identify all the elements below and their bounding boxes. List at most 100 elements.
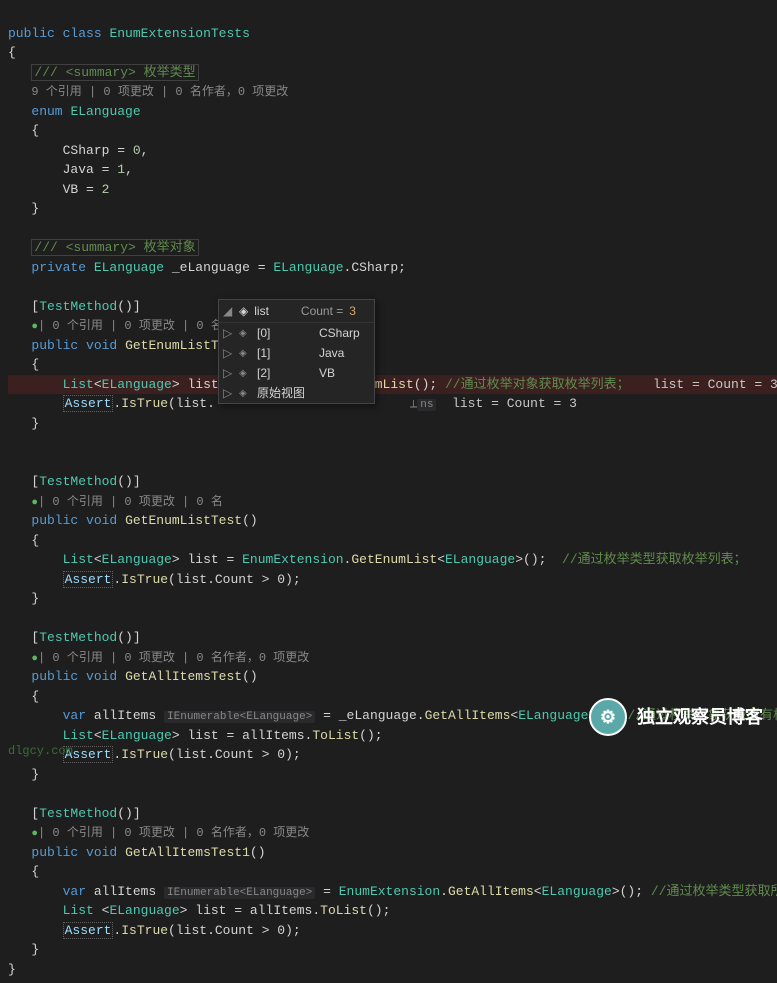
datatip-suffix[interactable]: list = Count = 3: [452, 396, 577, 411]
method-istrue: IsTrue: [121, 572, 168, 587]
type-list: List: [63, 728, 94, 743]
attribute: TestMethod: [39, 630, 117, 645]
active-line[interactable]: List<ELanguage> list = _eLanguage.GetEnu…: [8, 375, 777, 395]
keyword-var: var: [63, 708, 86, 723]
datatip-key: [1]: [257, 344, 313, 362]
comment: //通过枚举对象获取枚举列表；: [445, 377, 630, 392]
comment: //通过枚举类型获取枚举列表；: [562, 552, 747, 567]
property-icon: ◈: [239, 302, 248, 320]
type-hint: IEnumerable<ELanguage>: [164, 887, 315, 899]
eq: =: [258, 260, 266, 275]
var-name: list: [187, 728, 218, 743]
expand-icon[interactable]: ▷: [223, 344, 233, 362]
type-list: List: [63, 903, 94, 918]
expand-icon[interactable]: ▷: [223, 324, 233, 342]
var-name: allItems: [94, 884, 156, 899]
datatip-value: Java: [319, 344, 344, 362]
generic-arg: ELanguage: [518, 708, 588, 723]
comment: //通过枚举类型获取所有枚举；: [651, 884, 777, 899]
ns-badge: ns: [417, 399, 436, 411]
eq: =: [234, 903, 242, 918]
method-istrue: IsTrue: [121, 396, 168, 411]
datatip-row[interactable]: ▷ ◈ [0] CSharp: [219, 323, 374, 343]
method-name: GetEnumListTest: [125, 513, 242, 528]
rhs: _eLanguage: [339, 708, 417, 723]
watermark: ⚙ 独立观察员博客: [589, 698, 763, 736]
generic-arg: ELanguage: [109, 903, 179, 918]
expand-icon[interactable]: ◢: [223, 302, 233, 320]
keyword-public: public: [31, 669, 78, 684]
enum-value: 2: [102, 182, 110, 197]
keyword-private: private: [31, 260, 86, 275]
debug-datatip[interactable]: ◢ ◈ list Count = 3 ▷ ◈ [0] CSharp ▷ ◈ [1…: [218, 299, 375, 404]
keyword-void: void: [86, 513, 117, 528]
property-icon: ◈: [239, 366, 251, 381]
rhs-type: EnumExtension: [339, 884, 440, 899]
datatip-key: [0]: [257, 324, 313, 342]
field-name: _eLanguage: [172, 260, 250, 275]
datatip-count-value: 3: [349, 302, 356, 320]
keyword-public: public: [31, 513, 78, 528]
attribute: TestMethod: [39, 299, 117, 314]
code-editor[interactable]: public class EnumExtensionTests { /// <s…: [0, 0, 777, 983]
keyword-public: public: [31, 845, 78, 860]
test-pass-icon[interactable]: ●: [31, 828, 38, 840]
eq: =: [117, 143, 125, 158]
eq: =: [227, 728, 235, 743]
keyword-void: void: [86, 845, 117, 860]
attribute: TestMethod: [39, 806, 117, 821]
generic-arg: ELanguage: [445, 552, 515, 567]
method-name: GetAllItemsTest: [125, 669, 242, 684]
codelens[interactable]: | 0 个引用 | 0 项更改 | 0 名作者，0 项更改: [38, 826, 309, 840]
rhs: allItems: [250, 903, 312, 918]
datatip-row[interactable]: ▷ ◈ [2] VB: [219, 363, 374, 383]
keyword-class: class: [63, 26, 102, 41]
datatip-header[interactable]: ◢ ◈ list Count = 3: [219, 300, 374, 323]
field-type: ELanguage: [94, 260, 164, 275]
generic-arg: ELanguage: [542, 884, 612, 899]
codelens[interactable]: | 0 个引用 | 0 项更改 | 0 名: [38, 495, 223, 509]
expr: list.Count > 0: [176, 747, 285, 762]
generic-arg: ELanguage: [102, 728, 172, 743]
expr: list.: [176, 396, 215, 411]
eq: =: [323, 884, 331, 899]
expr: list.Count > 0: [176, 923, 285, 938]
datatip-value: CSharp: [319, 324, 360, 342]
assert: Assert: [63, 395, 114, 412]
keyword-void: void: [86, 338, 117, 353]
var-name: allItems: [94, 708, 156, 723]
method-istrue: IsTrue: [121, 923, 168, 938]
keyword-var: var: [63, 884, 86, 899]
xml-summary-enum: /// <summary> 枚举类型: [31, 64, 198, 81]
field-rhs-type: ELanguage: [273, 260, 343, 275]
eq: =: [86, 182, 94, 197]
expand-icon[interactable]: ▷: [223, 364, 233, 382]
datatip-key: [2]: [257, 364, 313, 382]
datatip-count-label: Count =: [301, 302, 343, 320]
method-call: GetAllItems: [448, 884, 534, 899]
keyword-public: public: [31, 338, 78, 353]
datatip-value: VB: [319, 364, 335, 382]
datatip-row[interactable]: ▷ ◈ [1] Java: [219, 343, 374, 363]
codelens[interactable]: | 0 个引用 | 0 项更改 | 0 名作者，0 项更改: [38, 651, 309, 665]
datatip-raw-view[interactable]: 原始视图: [257, 384, 313, 402]
enum-value: 0: [133, 143, 141, 158]
method-call: GetAllItems: [425, 708, 511, 723]
generic-arg: ELanguage: [102, 552, 172, 567]
class-name: EnumExtensionTests: [109, 26, 249, 41]
comma: ,: [125, 162, 133, 177]
keyword-public: public: [8, 26, 55, 41]
method-call: ToList: [312, 728, 359, 743]
rhs-type: EnumExtension: [242, 552, 343, 567]
datatip-row[interactable]: ▷ ◈ 原始视图: [219, 383, 374, 403]
method-name: GetAllItemsTest1: [125, 845, 250, 860]
enum-name: ELanguage: [70, 104, 140, 119]
expand-icon[interactable]: ▷: [223, 384, 233, 402]
eq: =: [323, 708, 331, 723]
var-name: list: [187, 377, 218, 392]
method-call: GetEnumList: [351, 552, 437, 567]
method-call: ToList: [320, 903, 367, 918]
codelens-enum[interactable]: 9 个引用 | 0 项更改 | 0 名作者，0 项更改: [31, 85, 288, 99]
datatip-inline[interactable]: list = Count = 3: [653, 377, 777, 392]
type-list: List: [63, 552, 94, 567]
